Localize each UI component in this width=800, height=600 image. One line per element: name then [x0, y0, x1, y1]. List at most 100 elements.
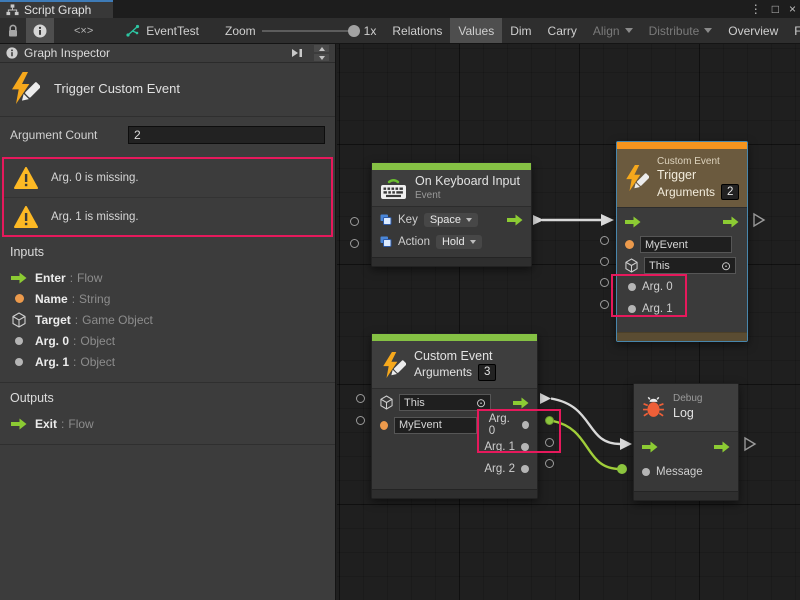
arg1-label: Arg. 1 [642, 303, 673, 315]
event-name-field[interactable]: MyEvent [394, 417, 477, 434]
window-maximize-button[interactable]: □ [772, 2, 779, 16]
node-trigger-custom-event[interactable]: Custom Event Trigger Arguments 2 MyEvent [616, 141, 748, 342]
window-menu-button[interactable]: ⋮ [750, 2, 762, 16]
window-close-button[interactable]: × [789, 2, 796, 16]
port-row-target: Target:Game Object [0, 309, 335, 330]
port-receiver-arg2[interactable] [545, 459, 554, 468]
port-trigger-target[interactable] [600, 257, 609, 266]
node-on-keyboard-input[interactable]: On Keyboard Input Event Key Space [371, 162, 532, 267]
triangle-down-icon [319, 56, 325, 60]
node-footer [634, 491, 738, 500]
zoom-value: 1x [364, 24, 377, 38]
node-debug-log[interactable]: Debug Log Message [633, 383, 739, 501]
action-label: Action [398, 236, 430, 248]
outputs-heading: Outputs [10, 391, 335, 405]
target-field[interactable]: This ⊙ [644, 257, 736, 274]
lock-icon [7, 24, 19, 38]
custom-event-icon [8, 72, 40, 104]
unity-visual-scripting-window: Script Graph ⋮ □ × <×> [0, 0, 800, 600]
relations-button[interactable]: Relations [384, 18, 450, 43]
wire-end-arrow [620, 438, 632, 450]
tab-script-graph[interactable]: Script Graph [0, 0, 113, 18]
graph-breadcrumb[interactable]: EventTest [113, 18, 207, 43]
event-name-field[interactable]: MyEvent [640, 236, 732, 253]
port-trigger-arg0[interactable] [600, 278, 609, 287]
node-title: Log [673, 406, 702, 422]
action-dropdown[interactable]: Hold [436, 235, 482, 249]
title-bar: Script Graph ⋮ □ × [0, 0, 800, 18]
overview-button[interactable]: Overview [720, 18, 786, 43]
key-label: Key [398, 214, 418, 226]
arguments-label: Arguments [414, 365, 472, 380]
flow-output-port[interactable] [723, 216, 739, 228]
zoom-label: Zoom [225, 24, 256, 38]
node-title: Trigger [657, 168, 739, 184]
zoom-control: Zoom 1x [207, 18, 384, 43]
spin-down-button[interactable] [314, 54, 329, 61]
port-row-enter: Enter:Flow [0, 267, 335, 288]
object-port-icon [628, 305, 636, 313]
values-button[interactable]: Values [450, 18, 502, 43]
node-footer [617, 332, 747, 341]
node-title: Custom Event [414, 349, 496, 365]
port-keyboard-key[interactable] [350, 217, 359, 226]
zoom-slider-handle[interactable] [348, 25, 360, 37]
inspector-toggle-button[interactable] [26, 18, 54, 43]
flow-output-port[interactable] [513, 397, 529, 409]
port-receiver-arg0-connected[interactable] [545, 416, 554, 425]
event-colorbar [617, 142, 747, 149]
full-screen-button[interactable]: Full Screen [786, 18, 800, 43]
port-keyboard-action[interactable] [350, 239, 359, 248]
zoom-slider[interactable] [262, 30, 358, 32]
flow-output-port[interactable] [714, 441, 730, 453]
arguments-count[interactable]: 3 [478, 364, 496, 380]
align-button[interactable]: Align [585, 18, 641, 43]
lock-button[interactable] [0, 18, 26, 43]
enum-window-icon [380, 236, 392, 248]
object-port-icon [521, 465, 529, 473]
panel-spinner [314, 45, 329, 61]
argument-count-label: Argument Count [10, 128, 128, 142]
string-port-icon [15, 294, 24, 303]
carry-button[interactable]: Carry [540, 18, 585, 43]
inputs-section: Inputs Enter:Flow Name:String Target:Gam… [0, 237, 335, 378]
flow-input-port[interactable] [642, 441, 658, 453]
port-trigger-arg1[interactable] [600, 300, 609, 309]
node-footer [372, 257, 531, 266]
port-receiver-name[interactable] [356, 416, 365, 425]
arg0-label: Arg. 0 [489, 413, 516, 437]
spin-up-button[interactable] [314, 45, 329, 52]
graph-toolbar: <×> EventTest Zoom 1x Relations Values D… [0, 18, 800, 44]
dim-button[interactable]: Dim [502, 18, 539, 43]
port-receiver-arg1[interactable] [545, 438, 554, 447]
port-trigger-name[interactable] [600, 236, 609, 245]
object-picker-icon[interactable]: ⊙ [721, 260, 731, 272]
flow-output-port-triangle [754, 214, 764, 226]
code-view-button[interactable]: <×> [66, 18, 101, 43]
warning-icon [14, 167, 38, 189]
node-kicker: Debug [673, 393, 702, 406]
target-field[interactable]: This ⊙ [399, 394, 491, 411]
argument-count-row: Argument Count [0, 117, 335, 154]
dock-panel-icon[interactable] [290, 47, 304, 59]
wire-start-arrow [533, 215, 544, 225]
node-title: On Keyboard Input [415, 174, 520, 190]
warning-icon [14, 206, 38, 228]
port-receiver-target[interactable] [356, 394, 365, 403]
wire-start-arrow [540, 393, 551, 404]
outputs-section: Outputs Exit:Flow [0, 382, 335, 440]
flow-arrow-icon [11, 418, 27, 430]
inspector-header: Graph Inspector [0, 44, 335, 63]
node-custom-event[interactable]: Custom Event Arguments 3 This ⊙ [371, 333, 538, 499]
argument-count-input[interactable] [128, 126, 325, 144]
flow-input-port[interactable] [625, 216, 641, 228]
key-dropdown[interactable]: Space [424, 213, 478, 227]
flow-output-port[interactable] [507, 214, 523, 226]
distribute-button[interactable]: Distribute [641, 18, 721, 43]
arguments-count[interactable]: 2 [721, 184, 739, 200]
object-port-icon [521, 443, 529, 451]
chevron-down-icon [704, 28, 712, 33]
script-graph-icon [125, 24, 140, 37]
object-picker-icon[interactable]: ⊙ [476, 397, 486, 409]
graph-canvas[interactable]: On Keyboard Input Event Key Space [337, 44, 800, 600]
